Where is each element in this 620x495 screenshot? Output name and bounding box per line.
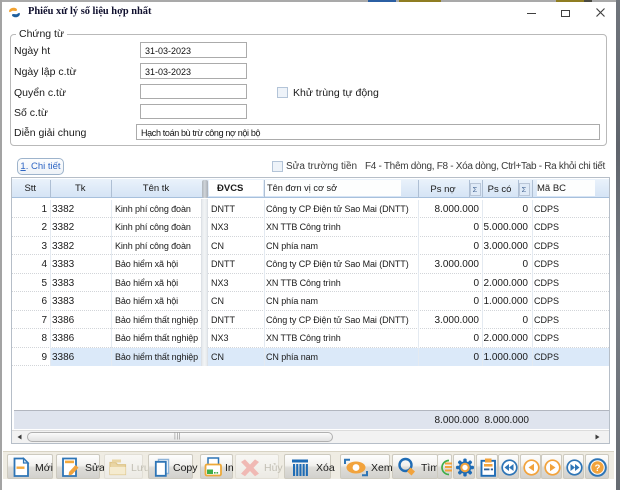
svg-text:?: ? — [595, 462, 601, 473]
